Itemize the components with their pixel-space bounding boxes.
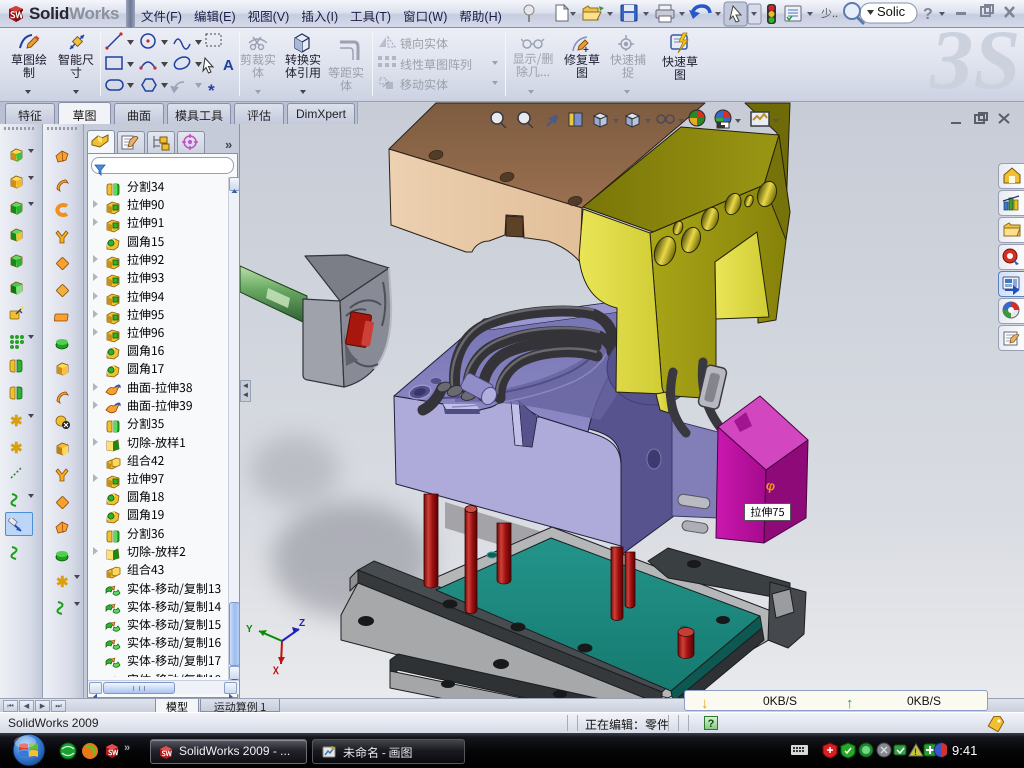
svg-text:SW: SW	[108, 748, 119, 758]
svg-text:SW: SW	[10, 8, 23, 21]
svg-text:»: »	[124, 741, 130, 755]
svg-text:!: !	[914, 745, 917, 758]
svg-text:?: ?	[923, 0, 933, 24]
svg-text:✱: ✱	[10, 412, 23, 428]
svg-text:✱: ✱	[56, 573, 69, 589]
svg-text:Y: Y	[246, 620, 253, 635]
svg-text:✱: ✱	[10, 439, 23, 455]
svg-text:Z: Z	[299, 614, 305, 629]
svg-text:Solic: Solic	[877, 4, 906, 19]
svg-text:X: X	[272, 662, 279, 677]
svg-text:SW: SW	[162, 749, 173, 759]
svg-text:*: *	[208, 81, 215, 100]
svg-text:少..: 少..	[821, 5, 838, 21]
